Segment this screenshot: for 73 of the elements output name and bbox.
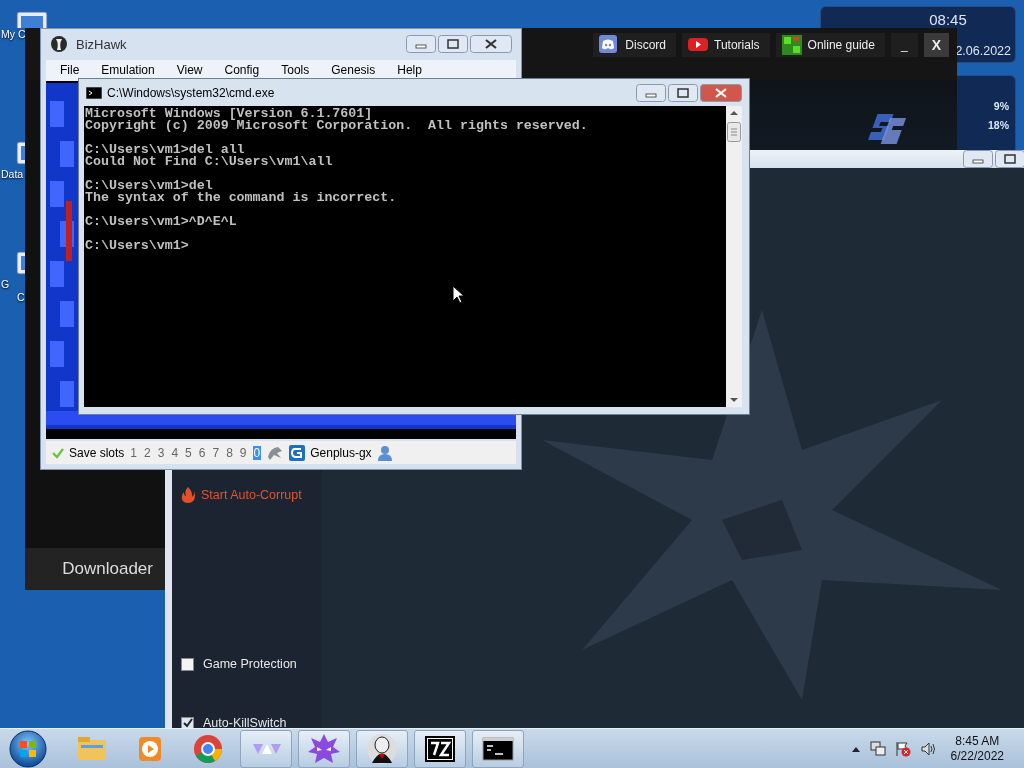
sidebar-item[interactable]: Downloader [25,548,165,590]
grid-block-icon [781,35,802,55]
scroll-thumb[interactable] [727,122,741,142]
save-slot[interactable]: 1 [129,445,139,460]
icon-label[interactable]: My C [1,28,26,41]
flame-icon [181,487,195,503]
icon-label[interactable]: C [17,291,25,304]
console-line: Microsoft Windows [Version 6.1.7601] [85,108,373,120]
save-slot[interactable]: 4 [170,445,180,460]
menu-item[interactable]: Genesis [331,63,376,78]
scrollbar[interactable] [726,106,742,407]
checkmark-icon [182,718,193,728]
start-auto-corrupt-button[interactable]: Start Auto-Corrupt [181,487,322,503]
close-button[interactable]: X [923,33,949,57]
console-icon [86,86,102,99]
console-line: C:\Users\vm1>del all [85,144,245,156]
link-button[interactable]: Tutorials [682,33,770,57]
checkmark-icon [52,446,64,459]
maximize-button[interactable] [995,150,1024,168]
console-line: The syntax of the command is incorrect. [85,192,398,204]
console-line: C:\Users\vm1> [85,240,190,252]
save-slot[interactable]: 8 [225,445,234,460]
start-button[interactable] [8,728,48,768]
clock-date[interactable]: 6/22/2022 [950,748,1004,764]
hawk-icon [50,35,68,54]
link-button[interactable]: Discord [593,33,676,57]
option-label: Auto-KillSwitch [203,716,287,730]
menu-item[interactable]: File [60,63,80,78]
console-line: Copyright (c) 2009 Microsoft Corporation. All rights reserved. [85,120,589,132]
taskbar-button[interactable] [356,729,408,768]
menu-item[interactable]: Tools [281,63,310,78]
window-title: C:\Windows\system32\cmd.exe [107,85,275,100]
menu-item[interactable]: Config [224,63,260,78]
masked-figure-icon[interactable] [365,731,399,766]
status-label: Save slots [69,445,125,460]
save-slot[interactable]: 6 [197,445,207,460]
console-line: Could Not Find C:\Users\vm1\all [85,156,334,168]
clock-date: 2.06.2022 [955,44,1011,58]
save-slot[interactable]: 3 [156,445,166,460]
minimize-button[interactable]: _ [890,33,918,57]
menu-item[interactable]: Emulation [101,63,155,78]
close-button[interactable] [470,35,512,54]
network-icon[interactable] [869,740,886,757]
save-slot[interactable]: 2 [143,445,152,460]
icon-label[interactable]: G [1,278,10,291]
link-button[interactable]: Online guide [775,33,885,57]
mouse-pointer-icon [452,285,464,304]
maximize-button[interactable] [668,83,698,102]
checkbox[interactable] [181,657,194,671]
menu-item[interactable]: Help [397,63,422,78]
save-slot[interactable]: 9 [238,445,248,460]
chat-bubble-icon [599,35,620,55]
window-title: BizHawk [76,36,127,52]
icon-label[interactable]: Data [1,168,24,181]
clock-time[interactable]: 8:45 AM [955,733,1000,749]
clock-time: 08:45 [929,11,967,28]
taskbar-button[interactable] [472,729,524,768]
speaker-icon[interactable] [919,740,936,757]
save-slot[interactable]: 7 [211,445,221,460]
console-line: C:\Users\vm1>del [85,180,213,192]
console-line: C:\Users\vm1>^D^E^L [85,216,238,228]
save-slot[interactable]: 5 [184,445,193,460]
taskbar-button[interactable] [414,729,466,768]
user-icon [376,444,393,461]
option-label: Game Protection [203,657,297,671]
meter-reading: 18% [988,119,1009,131]
menu-item[interactable]: View [176,63,203,78]
flag-icon[interactable] [894,740,911,757]
core-icon [289,444,306,461]
meter-reading: 9% [993,100,1009,112]
core-name: Genplus-gx [310,445,372,460]
bird-icon [266,444,285,461]
maximize-button[interactable] [438,35,468,54]
